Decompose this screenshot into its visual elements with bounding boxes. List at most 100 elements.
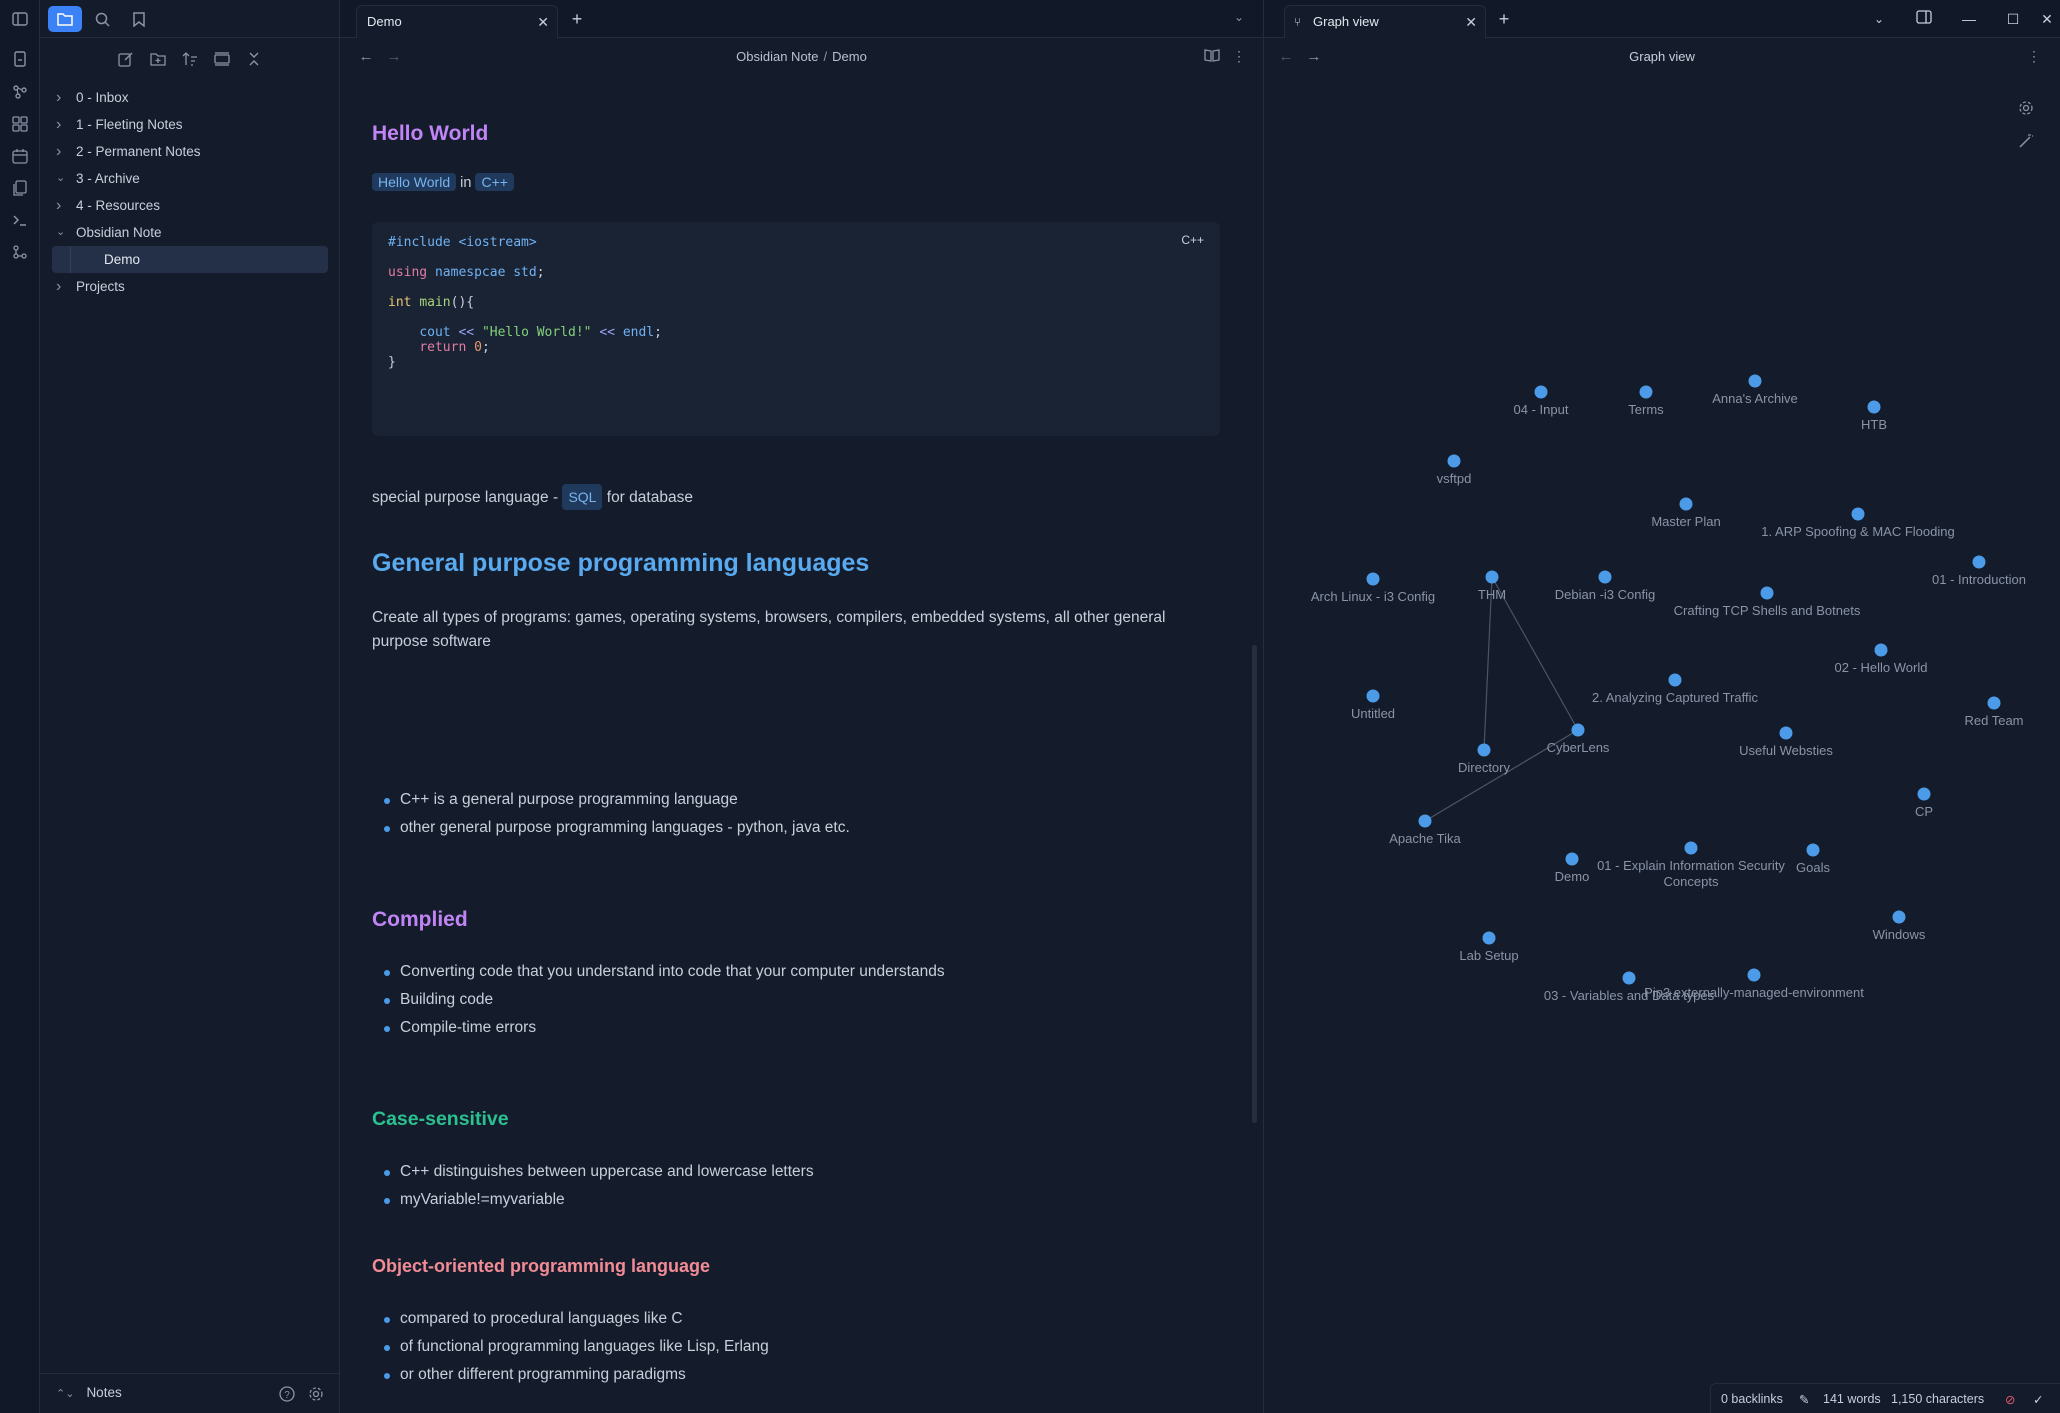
templates-icon[interactable] [8, 176, 32, 200]
graph-node[interactable]: Untitled [1351, 689, 1395, 722]
files-tab-folder-icon[interactable] [48, 6, 82, 32]
graph-node[interactable]: Arch Linux - i3 Config [1311, 572, 1435, 605]
graph-node-dot[interactable] [1748, 374, 1762, 388]
graph-node-dot[interactable] [1892, 910, 1906, 924]
graph-view-icon[interactable] [8, 80, 32, 104]
sync-off-icon[interactable]: ⊘ [2005, 1392, 2015, 1407]
graph-canvas[interactable]: 04 - Input Terms Anna's Archive HTB vsftpd Ma… [1264, 76, 2060, 1336]
breadcrumb-folder[interactable]: Obsidian Note [736, 49, 818, 64]
close-window-icon[interactable]: ✕ [2034, 8, 2060, 30]
sidebar-toggle-icon[interactable] [8, 7, 32, 31]
graph-node[interactable]: Goals [1796, 843, 1830, 876]
vault-switcher[interactable]: ⌃⌄ Notes [56, 1385, 122, 1400]
graph-node[interactable]: Demo [1555, 852, 1590, 885]
maximize-icon[interactable]: ☐ [2000, 8, 2026, 30]
graph-node-dot[interactable] [1418, 814, 1432, 828]
tree-folder-item[interactable]: › 2 - Permanent Notes [40, 138, 340, 165]
graph-node-dot[interactable] [1972, 555, 1986, 569]
graph-node-dot[interactable] [1485, 570, 1499, 584]
graph-node-dot[interactable] [1571, 723, 1585, 737]
tree-folder-item[interactable]: ⌄ Obsidian Note [40, 219, 340, 246]
graph-node-dot[interactable] [1779, 726, 1793, 740]
tree-folder-item[interactable]: › 0 - Inbox [40, 84, 340, 111]
graph-node-dot[interactable] [1851, 507, 1865, 521]
graph-node[interactable]: Debian -i3 Config [1555, 570, 1655, 603]
new-tab-icon[interactable]: + [567, 9, 587, 29]
graph-node[interactable]: 2. Analyzing Captured Traffic [1592, 673, 1758, 706]
tree-folder-item[interactable]: ⌄ 3 - Archive [40, 165, 340, 192]
graph-node-dot[interactable] [1598, 570, 1612, 584]
graph-node-dot[interactable] [1534, 385, 1548, 399]
graph-node-dot[interactable] [1622, 971, 1636, 985]
tab-list-chevron-down-icon[interactable]: ⌄ [1866, 8, 1892, 30]
help-icon[interactable]: ? [277, 1384, 297, 1404]
bookmark-icon[interactable] [128, 8, 150, 30]
graph-node-dot[interactable] [1684, 841, 1698, 855]
graph-node-dot[interactable] [1679, 497, 1693, 511]
graph-node[interactable]: Useful Websties [1739, 726, 1833, 759]
graph-node[interactable]: 01 - Introduction [1932, 555, 2026, 588]
graph-node-dot[interactable] [1366, 572, 1380, 586]
graph-node[interactable]: Lab Setup [1459, 931, 1519, 964]
settings-gear-icon[interactable] [306, 1384, 326, 1404]
close-tab-icon[interactable]: ✕ [1465, 6, 1477, 38]
git-icon[interactable] [8, 240, 32, 264]
graph-node-dot[interactable] [1366, 689, 1380, 703]
canvas-icon[interactable] [8, 112, 32, 136]
graph-node[interactable]: CP [1915, 787, 1933, 820]
tag-sql[interactable]: SQL [562, 484, 603, 510]
graph-node-dot[interactable] [1806, 843, 1820, 857]
graph-node[interactable]: Red Team [1964, 696, 2024, 729]
minimize-icon[interactable]: — [1956, 8, 1982, 30]
graph-node-dot[interactable] [1874, 643, 1888, 657]
sort-icon[interactable] [179, 48, 201, 70]
tab-graph-view[interactable]: ⑂ Graph view ✕ [1284, 5, 1486, 38]
tree-folder-item[interactable]: › 4 - Resources [40, 192, 340, 219]
graph-node[interactable]: Terms [1628, 385, 1664, 418]
code-block[interactable]: C++ #include <iostream> using namespcae s… [372, 222, 1220, 436]
collapse-all-icon[interactable] [243, 48, 265, 70]
tag-hello-world[interactable]: Hello World [372, 173, 457, 191]
graph-node[interactable]: CyberLens [1547, 723, 1610, 756]
close-tab-icon[interactable]: ✕ [537, 6, 549, 38]
graph-node-dot[interactable] [1760, 586, 1774, 600]
reading-view-book-icon[interactable] [1202, 48, 1222, 68]
graph-node-dot[interactable] [1565, 852, 1579, 866]
graph-node-dot[interactable] [1668, 673, 1682, 687]
tag-cpp[interactable]: C++ [475, 173, 514, 191]
backlinks-count[interactable]: 0 backlinks [1721, 1392, 1783, 1406]
editor-scrollbar[interactable] [1252, 645, 1257, 1123]
graph-node[interactable]: Master Plan [1651, 497, 1721, 530]
graph-node[interactable]: Crafting TCP Shells and Botnets [1674, 586, 1861, 619]
more-options-icon[interactable]: ⋮ [1229, 48, 1249, 68]
edit-pencil-icon[interactable]: ✎ [1799, 1392, 1809, 1407]
graph-node-dot[interactable] [1639, 385, 1653, 399]
sync-check-icon[interactable]: ✓ [2033, 1392, 2043, 1407]
breadcrumb-note[interactable]: Demo [832, 49, 867, 64]
graph-node[interactable]: HTB [1861, 400, 1887, 433]
open-quick-switcher-icon[interactable] [8, 47, 32, 71]
graph-node-dot[interactable] [1867, 400, 1881, 414]
graph-node-dot[interactable] [1477, 743, 1491, 757]
tree-folder-item[interactable]: › Projects [40, 273, 340, 300]
graph-node[interactable]: 1. ARP Spoofing & MAC Flooding [1761, 507, 1955, 540]
toggle-right-sidebar-icon[interactable] [1911, 8, 1937, 30]
tree-file-item[interactable]: Demo [52, 246, 328, 273]
tree-folder-item[interactable]: › 1 - Fleeting Notes [40, 111, 340, 138]
tab-list-chevron-down-icon[interactable]: ⌄ [1229, 10, 1249, 30]
graph-node[interactable]: Apache Tika [1389, 814, 1462, 847]
new-folder-icon[interactable] [147, 48, 169, 70]
graph-node[interactable]: vsftpd [1437, 454, 1472, 487]
graph-node[interactable]: Pip3 externally-managed-environment [1644, 968, 1864, 1001]
graph-node[interactable]: THM [1478, 570, 1506, 603]
graph-node[interactable]: 01 - Explain Information Security Concept… [1597, 841, 1785, 890]
graph-node-dot[interactable] [1482, 931, 1496, 945]
graph-node[interactable]: 04 - Input [1514, 385, 1569, 418]
calendar-icon[interactable] [8, 144, 32, 168]
graph-node[interactable]: Windows [1873, 910, 1926, 943]
auto-reveal-icon[interactable] [211, 48, 233, 70]
graph-node[interactable]: 02 - Hello World [1835, 643, 1928, 676]
graph-node[interactable]: Directory [1458, 743, 1511, 776]
graph-node[interactable]: Anna's Archive [1712, 374, 1798, 407]
search-icon[interactable] [91, 8, 113, 30]
